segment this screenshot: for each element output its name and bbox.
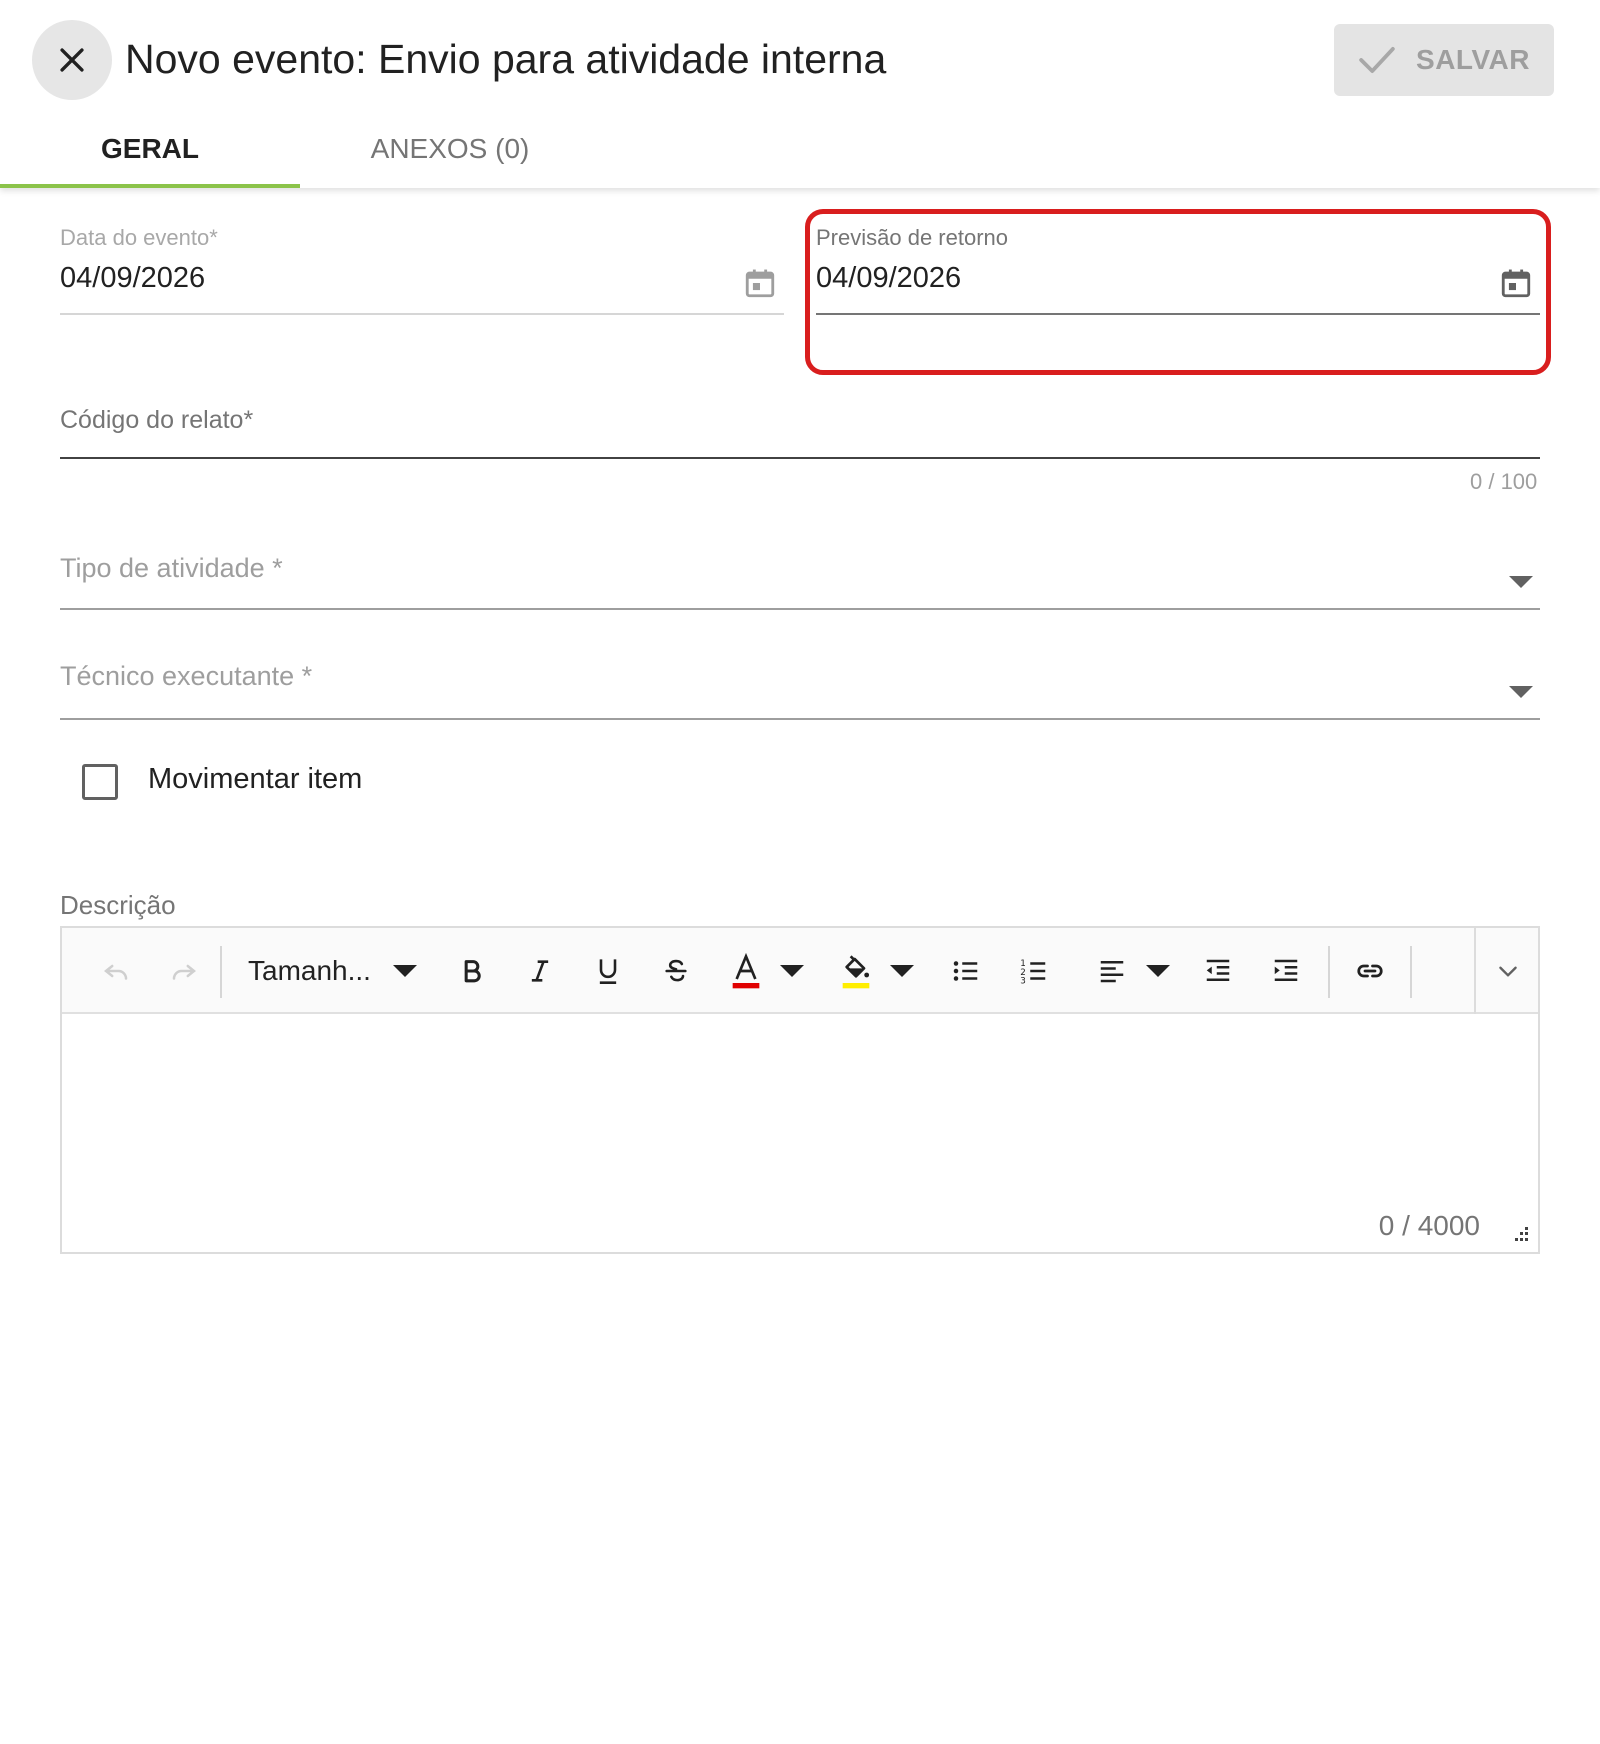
close-button[interactable] [32, 20, 112, 100]
activity-type-select[interactable] [60, 540, 1540, 608]
chevron-down-icon [1499, 966, 1517, 977]
link-button[interactable] [1338, 928, 1402, 1014]
indent-icon [1274, 959, 1298, 981]
undo-icon [103, 964, 128, 980]
event-date-input[interactable]: 04/09/2026 [60, 262, 205, 295]
editor-toolbar: Tamanh... 123 [62, 928, 1538, 1014]
dropdown-arrow-icon [780, 965, 804, 977]
dropdown-arrow-icon [1146, 965, 1170, 977]
dropdown-arrow-icon [890, 965, 914, 977]
event-date-underline [60, 313, 784, 315]
tab-bar: GERAL ANEXOS (0) [0, 110, 600, 188]
more-tools-button[interactable] [1476, 928, 1540, 1014]
redo-button[interactable] [158, 928, 210, 1014]
report-code-counter: 0 / 100 [1470, 469, 1538, 494]
italic-button[interactable] [510, 928, 570, 1014]
dropdown-arrow-icon [1509, 686, 1533, 698]
highlight-color-button[interactable] [826, 928, 886, 1014]
align-dropdown[interactable] [1138, 928, 1178, 1014]
numbered-list-button[interactable]: 123 [1004, 928, 1064, 1014]
font-size-select[interactable]: Tamanh... [248, 928, 428, 1014]
description-label: Descrição [60, 890, 176, 920]
indent-button[interactable] [1256, 928, 1316, 1014]
activity-type-underline [60, 608, 1540, 610]
bold-icon [464, 960, 481, 983]
move-item-label[interactable]: Movimentar item [148, 763, 362, 796]
underline-icon [599, 959, 617, 984]
fill-color-icon [842, 955, 870, 989]
font-size-placeholder: Tamanh... [248, 955, 371, 986]
technician-select[interactable] [60, 648, 1540, 718]
dialog-header: Novo evento: Envio para atividade intern… [0, 0, 1600, 188]
text-color-dropdown[interactable] [772, 928, 812, 1014]
link-icon [1357, 964, 1383, 978]
toolbar-separator [1410, 946, 1412, 998]
numbered-list-icon: 123 [1020, 959, 1046, 987]
undo-button[interactable] [90, 928, 142, 1014]
dropdown-arrow-icon [1509, 576, 1533, 588]
italic-icon [531, 960, 549, 982]
tab-geral[interactable]: GERAL [0, 110, 300, 188]
underline-button[interactable] [578, 928, 638, 1014]
technician-underline [60, 718, 1540, 720]
bullet-list-button[interactable] [936, 928, 996, 1014]
report-code-input[interactable] [60, 396, 1540, 458]
text-color-button[interactable] [716, 928, 776, 1014]
outdent-button[interactable] [1188, 928, 1248, 1014]
text-color-icon [732, 952, 760, 989]
resize-handle-icon[interactable] [1510, 1224, 1530, 1244]
strikethrough-icon [665, 959, 687, 982]
align-button[interactable] [1082, 928, 1142, 1014]
description-counter: 0 / 4000 [1378, 1210, 1480, 1241]
save-button-label: SALVAR [1416, 44, 1530, 75]
highlight-box [805, 209, 1551, 375]
bullet-list-icon [953, 961, 978, 981]
toolbar-separator [1328, 946, 1330, 998]
dialog-title: Novo evento: Envio para atividade intern… [125, 36, 887, 82]
check-icon [1359, 47, 1395, 73]
strikethrough-button[interactable] [646, 928, 706, 1014]
svg-text:3: 3 [1020, 977, 1026, 987]
report-code-underline [60, 457, 1540, 459]
dropdown-arrow-icon [392, 965, 417, 977]
align-left-icon [1100, 961, 1124, 983]
outdent-icon [1206, 959, 1230, 981]
redo-icon [172, 964, 197, 980]
rich-text-editor: Tamanh... 123 0 / 4000 [60, 926, 1540, 1254]
move-item-checkbox[interactable] [82, 764, 118, 800]
event-date-label: Data do evento* [60, 225, 218, 250]
highlight-color-dropdown[interactable] [882, 928, 922, 1014]
save-button[interactable]: SALVAR [1334, 24, 1554, 96]
toolbar-separator [220, 946, 222, 998]
close-icon [60, 48, 84, 72]
calendar-icon[interactable] [743, 266, 777, 300]
editor-content-area[interactable] [62, 1014, 1538, 1252]
bold-button[interactable] [442, 928, 502, 1014]
tab-anexos[interactable]: ANEXOS (0) [300, 110, 600, 188]
